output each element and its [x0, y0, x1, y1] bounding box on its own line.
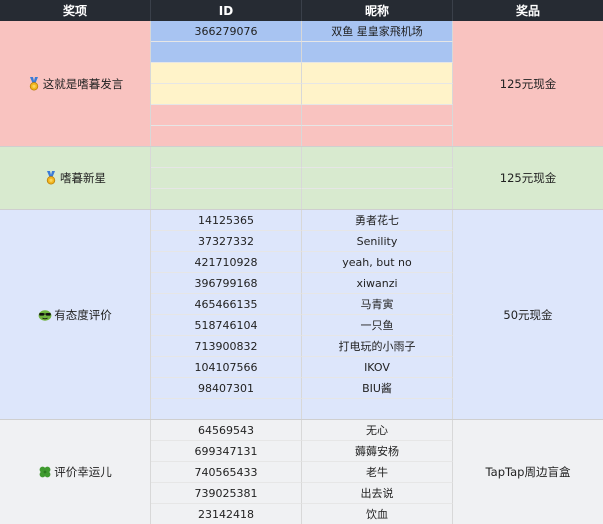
medal-icon — [44, 171, 58, 185]
sunglasses-face-icon — [38, 308, 52, 322]
id-cell: 713900832 — [151, 336, 302, 357]
nickname-cell: 一只鱼 — [302, 315, 453, 336]
id-cell — [151, 126, 302, 147]
header-nickname: 昵称 — [302, 0, 453, 21]
nickname-cell: 双鱼 星皇家飛机场 — [302, 21, 453, 42]
id-cell — [151, 147, 302, 168]
id-cell — [151, 105, 302, 126]
id-cell — [151, 84, 302, 105]
id-cell: 465466135 — [151, 294, 302, 315]
nickname-cell: BIU酱 — [302, 378, 453, 399]
prize-label: TapTap周边盲盒 — [485, 465, 571, 479]
award-cell: 这就是嗜暮发言 — [0, 21, 151, 147]
nickname-cell — [302, 126, 453, 147]
award-label: 评价幸运儿 — [54, 465, 112, 479]
id-cell — [151, 189, 302, 210]
awards-table: 奖项 ID 昵称 奖品 这就是嗜暮发言 125元现金 366279076 双鱼 星皇家… — [0, 0, 603, 524]
nickname-cell: 勇者花七 — [302, 210, 453, 231]
prize-label: 125元现金 — [499, 171, 557, 185]
nickname-cell — [302, 168, 453, 189]
award-label: 嗜暮新星 — [60, 171, 106, 185]
id-cell: 739025381 — [151, 483, 302, 504]
award-cell: 有态度评价 — [0, 210, 151, 420]
header-id: ID — [151, 0, 302, 21]
id-cell: 518746104 — [151, 315, 302, 336]
id-cell — [151, 42, 302, 63]
prize-cell: 125元现金 — [453, 147, 603, 210]
nickname-cell — [302, 84, 453, 105]
nickname-cell — [302, 42, 453, 63]
id-cell: 104107566 — [151, 357, 302, 378]
nickname-cell — [302, 189, 453, 210]
id-cell: 740565433 — [151, 462, 302, 483]
award-cell: 嗜暮新星 — [0, 147, 151, 210]
nickname-cell: yeah, but no — [302, 252, 453, 273]
prize-label: 50元现金 — [503, 307, 553, 322]
id-cell: 64569543 — [151, 420, 302, 441]
prize-label: 125元现金 — [499, 76, 557, 91]
nickname-cell — [302, 63, 453, 84]
id-cell: 37327332 — [151, 231, 302, 252]
id-cell: 14125365 — [151, 210, 302, 231]
medal-icon — [27, 76, 41, 91]
award-label: 这就是嗜暮发言 — [42, 76, 124, 91]
id-cell: 421710928 — [151, 252, 302, 273]
header-award: 奖项 — [0, 0, 151, 21]
id-cell: 23142418 — [151, 504, 302, 524]
nickname-cell: IKOV — [302, 357, 453, 378]
award-label: 有态度评价 — [54, 307, 112, 322]
id-cell: 366279076 — [151, 21, 302, 42]
nickname-cell: 老牛 — [302, 462, 453, 483]
id-cell — [151, 168, 302, 189]
header-prize: 奖品 — [453, 0, 603, 21]
nickname-cell — [302, 399, 453, 420]
prize-cell: 50元现金 — [453, 210, 603, 420]
nickname-cell: 打电玩的小雨子 — [302, 336, 453, 357]
id-cell: 699347131 — [151, 441, 302, 462]
prize-cell: 125元现金 — [453, 21, 603, 147]
nickname-cell: Senility — [302, 231, 453, 252]
id-cell: 396799168 — [151, 273, 302, 294]
id-cell: 98407301 — [151, 378, 302, 399]
nickname-cell — [302, 105, 453, 126]
prize-cell: TapTap周边盲盒 — [453, 420, 603, 524]
nickname-cell: 出去说 — [302, 483, 453, 504]
nickname-cell — [302, 147, 453, 168]
nickname-cell: xiwanzi — [302, 273, 453, 294]
nickname-cell: 薅薅安杨 — [302, 441, 453, 462]
nickname-cell: 饮血 — [302, 504, 453, 524]
id-cell — [151, 63, 302, 84]
id-cell — [151, 399, 302, 420]
award-cell: 评价幸运儿 — [0, 420, 151, 524]
four-leaf-clover-icon — [38, 465, 52, 479]
nickname-cell: 无心 — [302, 420, 453, 441]
nickname-cell: 马青寅 — [302, 294, 453, 315]
